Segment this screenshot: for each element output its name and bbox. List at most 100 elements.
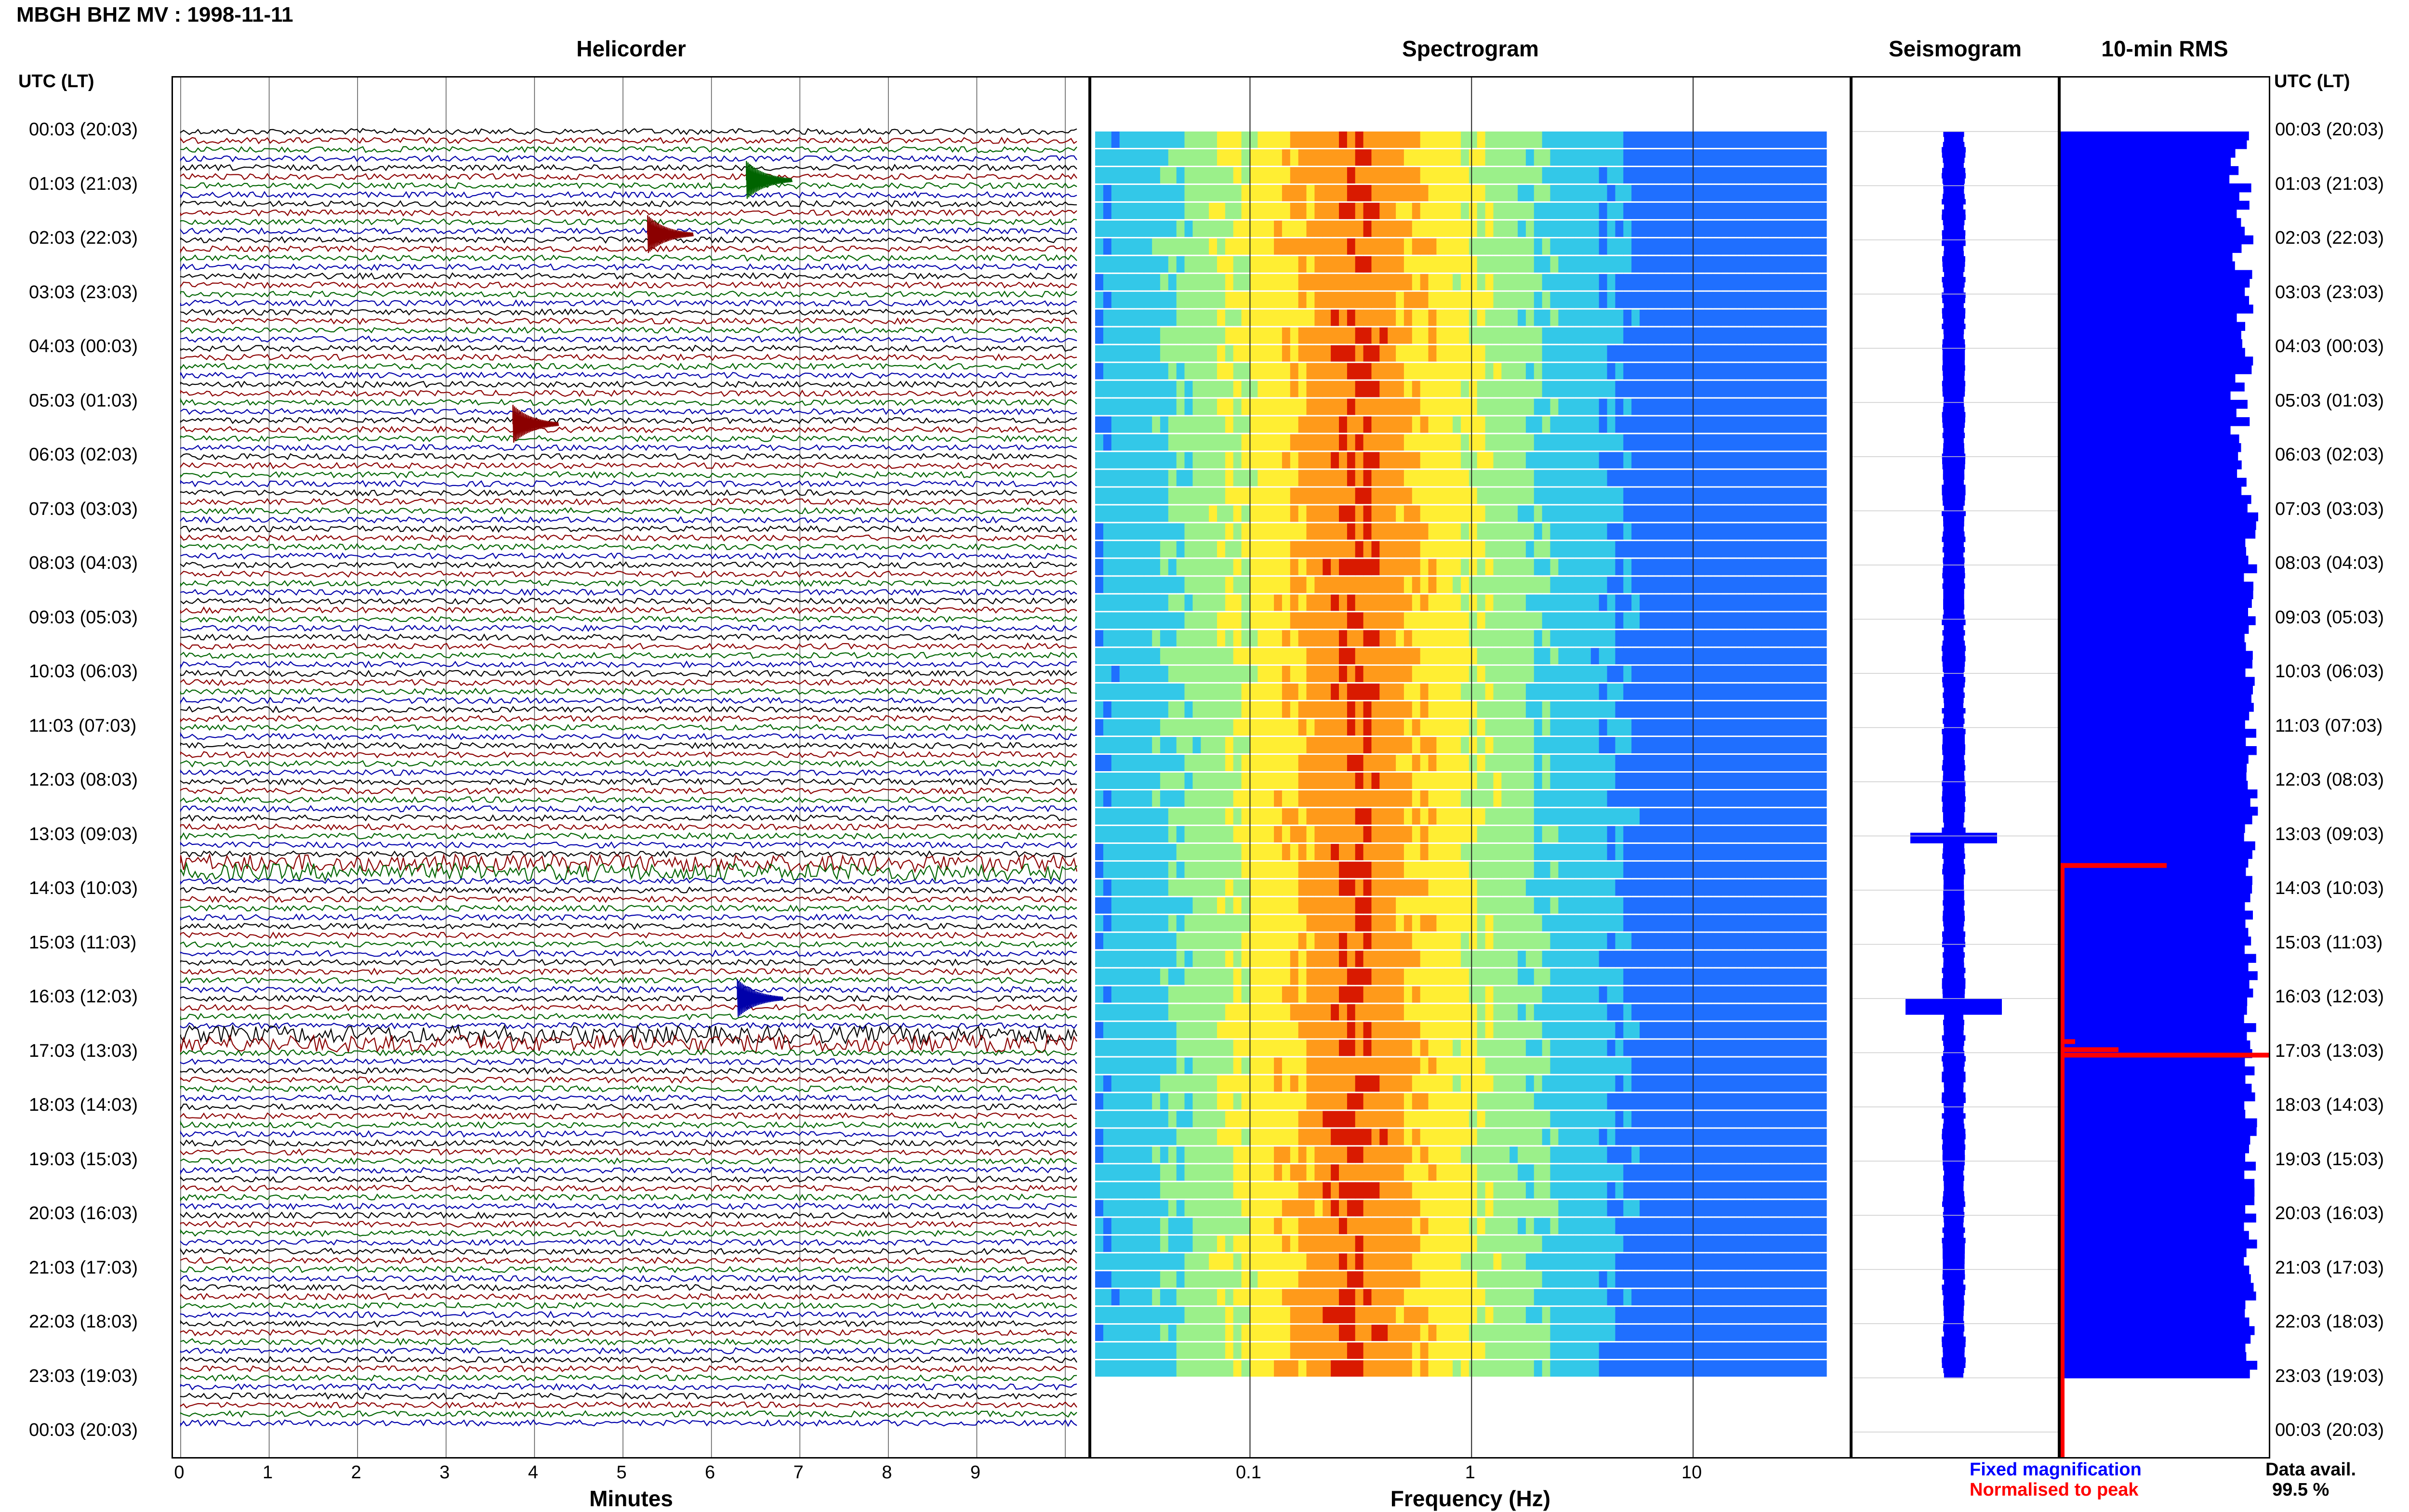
spectrogram-cell — [1306, 826, 1315, 842]
spectrogram-cell — [1786, 701, 1795, 718]
spectrogram-cell — [1225, 381, 1234, 397]
spectrogram-cell — [1136, 416, 1144, 433]
spectrogram-cell — [1534, 630, 1543, 647]
helicorder-trace — [180, 145, 1077, 153]
spectrogram-cell — [1566, 719, 1575, 736]
helicorder-event — [512, 405, 559, 443]
spectrogram-cell — [1355, 202, 1364, 219]
spectrogram-cell — [1737, 594, 1746, 611]
spectrogram-cell — [1388, 933, 1396, 949]
spectrogram-cell — [1225, 879, 1234, 896]
spectrogram-cell — [1777, 808, 1787, 825]
spectrogram-cell — [1371, 648, 1380, 665]
spectrogram-cell — [1323, 523, 1331, 540]
spectrogram-cell — [1721, 487, 1730, 504]
spectrogram-cell — [1119, 755, 1128, 771]
spectrogram-cell — [1323, 345, 1331, 362]
spectrogram-cell — [1282, 701, 1291, 718]
spectrogram-cell — [1347, 345, 1356, 362]
spectrogram-cell — [1737, 220, 1746, 237]
spectrogram-cell — [1420, 167, 1429, 184]
spectrogram-cell — [1217, 1004, 1226, 1021]
spectrogram-cell — [1274, 648, 1283, 665]
spectrogram-cell — [1314, 1057, 1323, 1074]
spectrogram-cell — [1403, 184, 1413, 201]
spectrogram-cell — [1103, 915, 1112, 932]
spectrogram-cell — [1184, 274, 1193, 290]
spectrogram-cell — [1396, 968, 1404, 985]
spectrogram-cell — [1249, 1039, 1258, 1056]
spectrogram-cell — [1363, 915, 1372, 932]
spectrogram-cell — [1428, 505, 1437, 522]
spectrogram-cell — [1388, 1022, 1396, 1039]
spectrogram-cell — [1696, 487, 1705, 504]
spectrogram-cell — [1103, 398, 1112, 415]
spectrogram-cell — [1534, 808, 1543, 825]
time-label-right: 17:03 (13:03) — [2275, 1040, 2384, 1061]
spectrogram-cell — [1290, 559, 1299, 576]
spectrogram-cell — [1615, 309, 1624, 326]
spectrogram-cell — [1127, 933, 1136, 949]
spectrogram-cell — [1664, 773, 1673, 789]
spectrogram-cell — [1599, 523, 1608, 540]
spectrogram-cell — [1786, 149, 1795, 166]
spectrogram-cell — [1257, 1022, 1266, 1039]
spectrogram-cell — [1712, 577, 1721, 593]
spectrogram-cell — [1436, 648, 1445, 665]
spectrogram-cell — [1737, 149, 1746, 166]
spectrogram-cell — [1388, 719, 1396, 736]
spectrogram-cell — [1257, 487, 1266, 504]
spectrogram-cell — [1160, 291, 1169, 308]
spectrogram-cell — [1119, 666, 1128, 683]
spectrogram-cell — [1664, 879, 1673, 896]
spectrogram-cell — [1347, 398, 1356, 415]
helicorder-trace — [180, 597, 1077, 605]
spectrogram-cell — [1794, 843, 1802, 860]
spectrogram-cell — [1623, 149, 1632, 166]
spectrogram-cell — [1737, 274, 1746, 290]
spectrogram-cell — [1160, 256, 1169, 273]
spectrogram-cell — [1331, 986, 1339, 1003]
spectrogram-cell — [1388, 630, 1396, 647]
spectrogram-cell — [1323, 487, 1331, 504]
spectrogram-cell — [1729, 452, 1738, 469]
spectrogram-cell — [1655, 861, 1665, 878]
spectrogram-cell — [1583, 950, 1591, 967]
spectrogram-cell — [1664, 897, 1673, 914]
spectrogram-cell — [1777, 434, 1787, 451]
spectrogram-cell — [1818, 826, 1827, 842]
spectrogram-cell — [1493, 202, 1502, 219]
spectrogram-cell — [1306, 505, 1315, 522]
spectrogram-cell — [1095, 701, 1104, 718]
spectrogram-cell — [1168, 452, 1177, 469]
spectrogram-cell — [1655, 398, 1665, 415]
spectrogram-cell — [1705, 309, 1713, 326]
spectrogram-cell — [1209, 381, 1218, 397]
spectrogram-cell — [1485, 202, 1494, 219]
spectrogram-cell — [1818, 452, 1827, 469]
spectrogram-cell — [1233, 879, 1242, 896]
spectrogram-cell — [1176, 933, 1185, 949]
spectrogram-cell — [1696, 879, 1705, 896]
helicorder-trace — [180, 371, 1077, 380]
spectrogram-cell — [1339, 345, 1348, 362]
spectrogram-cell — [1371, 737, 1380, 753]
spectrogram-cell — [1298, 363, 1307, 380]
spectrogram-cell — [1282, 345, 1291, 362]
spectrogram-cell — [1331, 327, 1339, 344]
spectrogram-cell — [1453, 202, 1461, 219]
spectrogram-cell — [1655, 879, 1665, 896]
spectrogram-cell — [1672, 719, 1681, 736]
spectrogram-cell — [1428, 790, 1437, 807]
spectrogram-cell — [1655, 559, 1665, 576]
spectrogram-cell — [1111, 256, 1120, 273]
spectrogram-cell — [1509, 309, 1518, 326]
spectrogram-cell — [1103, 1004, 1112, 1021]
spectrogram-cell — [1453, 363, 1461, 380]
spectrogram-cell — [1493, 612, 1502, 629]
spectrogram-cell — [1314, 202, 1323, 219]
spectrogram-cell — [1769, 701, 1778, 718]
spectrogram-cell — [1144, 238, 1152, 255]
spectrogram-cell — [1818, 577, 1827, 593]
helicorder-trace — [180, 1022, 1077, 1030]
